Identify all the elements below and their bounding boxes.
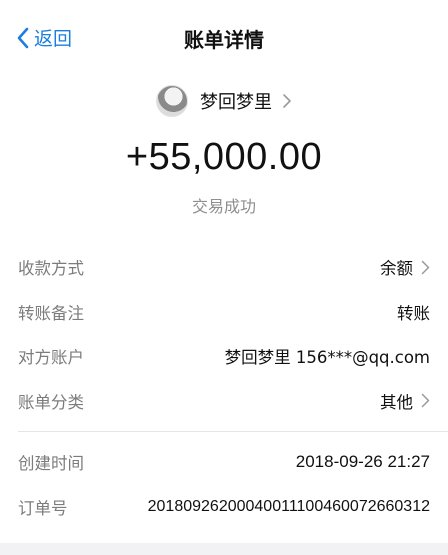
- chevron-right-icon: [283, 94, 291, 108]
- counterparty-header[interactable]: 梦回梦里: [0, 84, 448, 118]
- counterparty-name: 梦回梦里: [200, 92, 272, 113]
- detail-row-created-time: 创建时间 2018-09-26 21:27: [0, 440, 448, 485]
- navigation-bar: 返回 账单详情: [0, 0, 448, 78]
- detail-row-order-number: 订单号 2018092620004001110046007266031​2: [0, 485, 448, 530]
- bottom-spacer: [0, 543, 448, 555]
- bill-category-value: 其他: [380, 392, 413, 412]
- detail-value: 余额: [380, 255, 430, 279]
- detail-row-transfer-note: 转账备注 转账: [0, 290, 448, 335]
- detail-value: 2018092620004001110046007266031​2: [148, 498, 430, 516]
- detail-label: 创建时间: [18, 454, 84, 474]
- detail-row-bill-category[interactable]: 账单分类 其他: [0, 379, 448, 424]
- chevron-right-icon: [421, 260, 430, 274]
- counterparty-account-value: 梦回梦里 156***@qq.com: [224, 348, 430, 368]
- payment-method-value: 余额: [380, 259, 413, 279]
- detail-value: 2018-09-26 21:27: [296, 452, 430, 472]
- transfer-note-value: 转账: [397, 303, 430, 323]
- order-number-value: 2018092620004001110046007266031​2: [147, 497, 430, 515]
- detail-label: 账单分类: [18, 392, 84, 412]
- detail-value: 其他: [380, 389, 430, 413]
- detail-label: 订单号: [18, 498, 68, 518]
- transaction-amount: +55,000.00: [125, 136, 323, 178]
- section-divider: [18, 431, 448, 432]
- detail-list: 收款方式 余额 转账备注 转账 对方账户 梦回梦里 156***@qq.com …: [0, 245, 448, 529]
- chevron-right-icon: [421, 394, 430, 408]
- detail-label: 收款方式: [18, 259, 84, 279]
- detail-row-payment-method[interactable]: 收款方式 余额: [0, 245, 448, 290]
- transaction-status: 交易成功: [191, 197, 256, 216]
- detail-label: 对方账户: [18, 348, 84, 368]
- created-time-value: 2018-09-26 21:27: [295, 452, 430, 472]
- avatar: [156, 85, 188, 117]
- detail-row-counterparty-account: 对方账户 梦回梦里 156***@qq.com: [0, 334, 448, 379]
- page-title: 账单详情: [184, 28, 264, 52]
- detail-label: 转账备注: [18, 303, 84, 323]
